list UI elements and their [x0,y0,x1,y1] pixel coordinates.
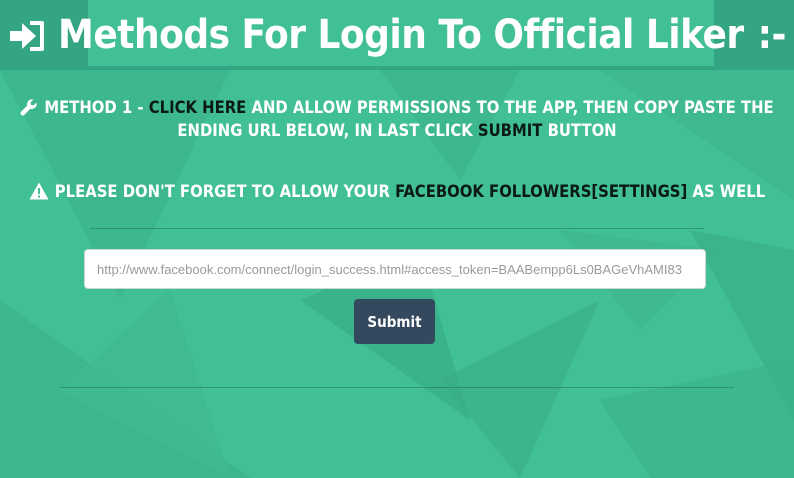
wrench-icon [20,99,38,116]
warning-icon [29,182,49,200]
divider-bottom [60,387,734,388]
submit-button[interactable]: Submit [354,299,435,344]
method-middle-text: AND ALLOW PERMISSIONS TO THE APP, THEN C… [177,98,774,140]
access-token-url-input[interactable] [84,249,706,289]
method-prefix: METHOD 1 - [44,98,149,117]
background-pattern [0,70,794,478]
submit-word: SUBMIT [477,121,543,140]
method-1-instructions: METHOD 1 - CLICK HERE AND ALLOW PERMISSI… [20,96,774,142]
method-suffix: BUTTON [542,121,617,140]
click-here-link[interactable]: CLICK HERE [149,98,247,117]
sign-in-icon [10,21,45,51]
warning-prefix: PLEASE DON'T FORGET TO ALLOW YOUR [54,182,396,201]
page-title: Methods For Login To Official Liker [58,12,744,58]
divider-top [90,228,704,229]
warning-notice: PLEASE DON'T FORGET TO ALLOW YOUR FACEBO… [20,180,774,203]
page-header: Methods For Login To Official Liker :- [0,0,794,70]
warning-highlight: FACEBOOK FOLLOWERS[SETTINGS] [395,182,688,201]
warning-suffix: AS WELL [687,182,766,201]
page-title-suffix: :- [757,12,787,58]
